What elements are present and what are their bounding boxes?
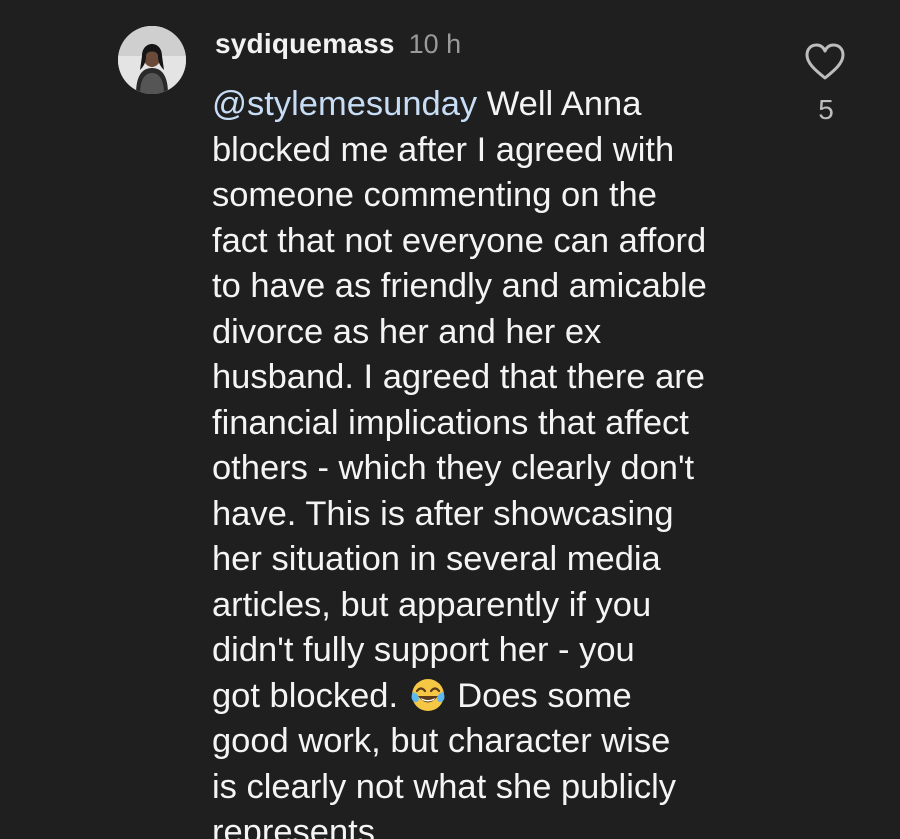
comment-line: good work, but character wise	[212, 722, 671, 760]
comment-line: is clearly not what she publicly	[212, 767, 677, 806]
comment-line: @stylemesunday Well Anna	[212, 82, 792, 128]
avatar[interactable]	[118, 26, 186, 94]
comment-line-text: Does some	[447, 676, 632, 715]
comment-line-text: Well Anna	[477, 85, 642, 123]
comment-screen: sydiquemass 10 h @stylemesunday Well Ann…	[0, 0, 900, 839]
comment-line: financial implications that affect	[212, 403, 689, 442]
comment-line: to have as friendly and amicable	[212, 267, 707, 305]
comment-line: have. This is after showcasing	[212, 494, 674, 533]
comment-line: represents.	[212, 813, 385, 839]
tears-of-joy-icon	[410, 677, 446, 713]
comment-text: @stylemesunday Well Anna blocked me afte…	[212, 82, 792, 839]
comment-line: articles, but apparently if you	[212, 585, 652, 624]
mention-link[interactable]: @stylemesunday	[212, 85, 477, 123]
timestamp: 10 h	[408, 29, 462, 59]
comment-line: husband. I agreed that there are	[212, 358, 705, 396]
profile-photo-icon	[118, 26, 186, 94]
comment-line: someone commenting on the	[212, 176, 657, 214]
comment-line: others - which they clearly don't	[212, 449, 695, 487]
comment-line: didn't fully support her - you	[212, 631, 635, 669]
heart-outline-icon	[805, 43, 845, 80]
comment-line: fact that not everyone can afford	[212, 221, 707, 260]
comment-line: got blocked. Does some	[212, 674, 792, 720]
comment-line-text: got blocked.	[212, 676, 408, 715]
comment-line: her situation in several media	[212, 540, 661, 578]
comment-line: divorce as her and her ex	[212, 312, 602, 351]
comment-header: sydiquemass 10 h	[215, 28, 461, 60]
username[interactable]: sydiquemass	[215, 28, 395, 60]
like-button[interactable]	[803, 42, 847, 82]
like-count: 5	[818, 94, 834, 125]
comment-line: blocked me after I agreed with	[212, 130, 675, 169]
